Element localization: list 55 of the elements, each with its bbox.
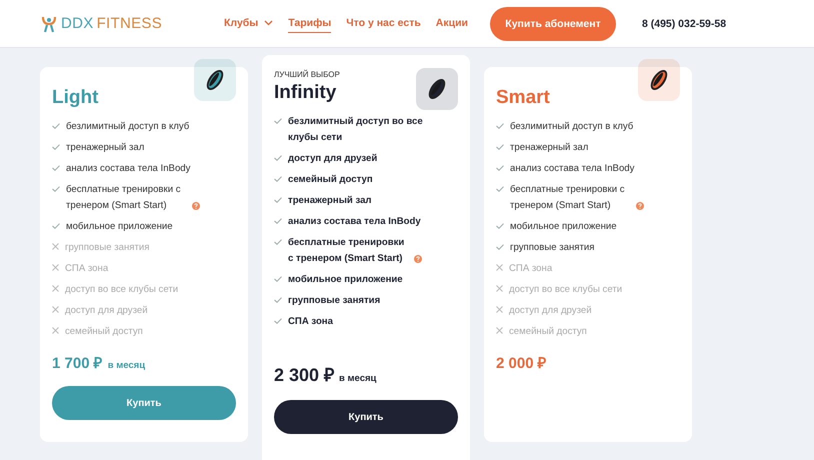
feature-text: доступ для друзей (65, 304, 148, 318)
feature-text: тренажерный зал (288, 194, 372, 208)
best-choice-label: ЛУЧШИЙ ВЫБОР (274, 70, 341, 79)
price-period: в месяц (108, 360, 146, 371)
wristband-icon (416, 68, 458, 110)
logo-icon (40, 14, 58, 32)
price-period: в месяц (339, 373, 376, 384)
feature-text: семейный доступ (509, 325, 587, 339)
buy-button[interactable]: Купить (274, 400, 458, 434)
feature-text: доступ для друзей (288, 152, 378, 166)
feature-text: тренажерный зал (510, 141, 588, 155)
feature-text: доступ во все клубы сети (509, 283, 622, 297)
feature-text: мобильное приложение (66, 220, 173, 234)
wristband-icon (194, 59, 236, 101)
feature-text: безлимитный доступ во все клубы сети (288, 115, 424, 145)
plan-title: Light (52, 87, 98, 109)
plan-title: Infinity (274, 82, 336, 104)
feature-text: семейный доступ (288, 173, 373, 187)
feature-text: безлимитный доступ в клуб (66, 120, 190, 134)
feature-text: мобильное приложение (510, 220, 617, 234)
nav-link[interactable]: Что у нас есть (346, 14, 421, 33)
feature-text: мобильное приложение (288, 273, 403, 287)
help-icon[interactable] (414, 255, 422, 263)
nav-link[interactable]: Тарифы (288, 14, 332, 33)
logo-text: DDX (61, 15, 94, 32)
feature-text: бесплатные тренировки с тренером (Smart Start) (66, 183, 182, 213)
feature-text: бесплатные тренировки с тренером (Smart Start) (510, 183, 626, 213)
phone-number: 8 (495) 032-59-58 (642, 18, 726, 30)
feature-text: семейный доступ (65, 325, 143, 339)
feature-text: бесплатные тренировки с тренером (Smart Start) (288, 236, 406, 266)
plan-title: Smart (496, 87, 550, 109)
feature-text: СПА зона (509, 262, 552, 276)
feature-text: безлимитный доступ в клуб (510, 120, 634, 134)
nav-link[interactable]: Клубы (224, 14, 274, 33)
logo-text: FITNESS (96, 15, 162, 32)
feature-text: групповые занятия (510, 241, 594, 255)
buy-button[interactable]: Купить (52, 386, 236, 420)
help-icon[interactable] (636, 202, 644, 210)
feature-text: СПА зона (65, 262, 108, 276)
feature-text: доступ для друзей (509, 304, 592, 318)
feature-text: анализ состава тела InBody (66, 162, 190, 176)
feature-text: анализ состава тела InBody (510, 162, 634, 176)
feature-text: СПА зона (288, 315, 333, 329)
buy-membership-button[interactable]: Купить абонемент (490, 6, 616, 40)
plan-price: 2 300 ₽ (274, 364, 334, 386)
plan-price: 1 700 ₽ (52, 354, 103, 372)
feature-text: анализ состава тела InBody (288, 215, 421, 229)
feature-text: групповые занятия (288, 294, 380, 308)
nav-link[interactable]: Акции (436, 14, 468, 33)
wristband-icon (638, 59, 680, 101)
help-icon[interactable] (192, 202, 200, 210)
plan-price: 2 000 ₽ (496, 354, 547, 372)
feature-text: доступ во все клубы сети (65, 283, 178, 297)
feature-text: тренажерный зал (66, 141, 144, 155)
feature-text: групповые занятия (65, 241, 150, 255)
